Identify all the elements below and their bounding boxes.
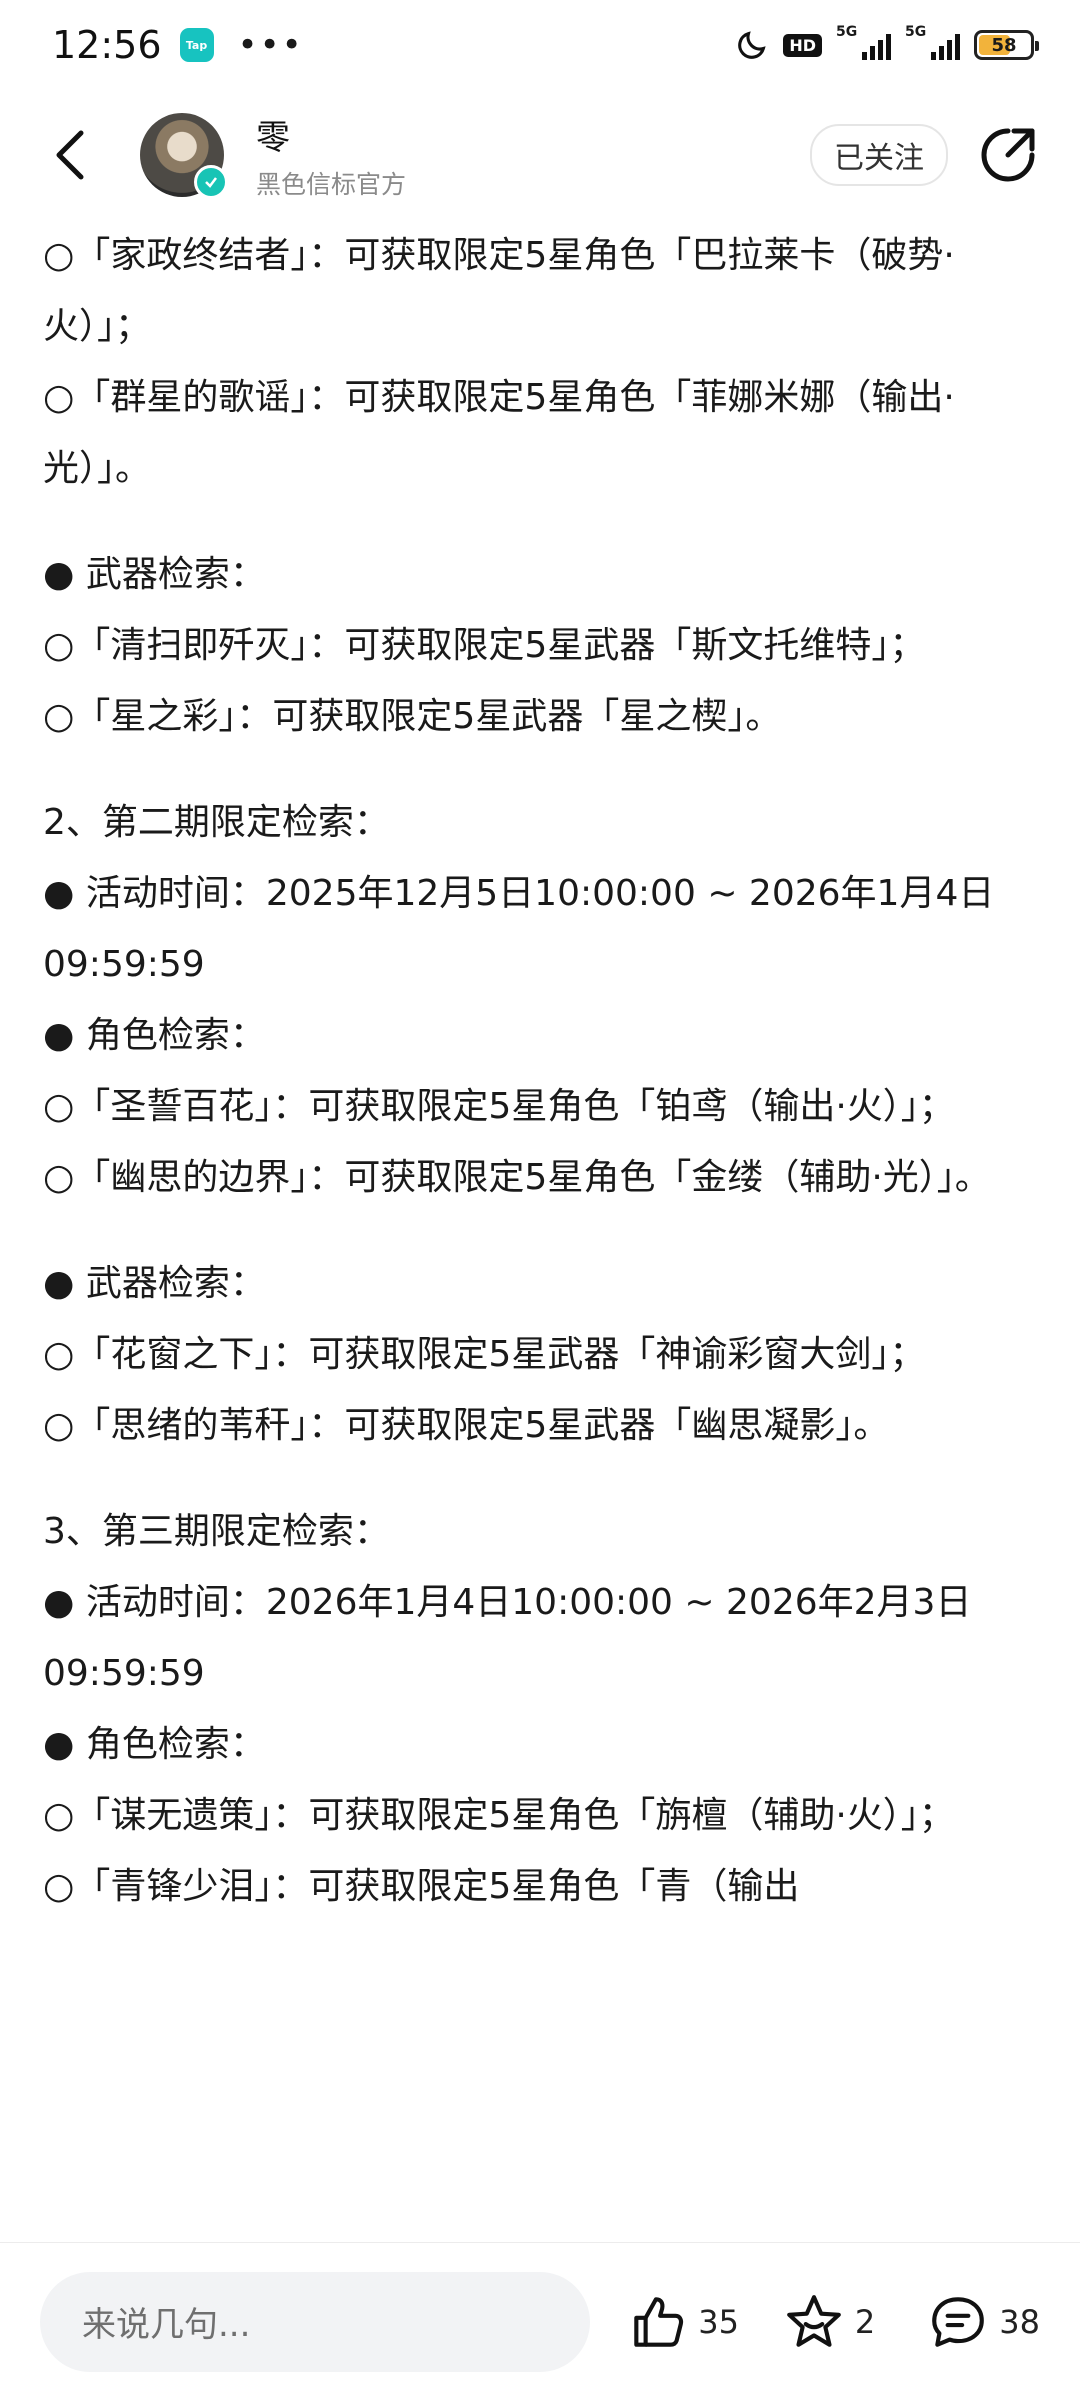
post-content: ○「家政终结者」：可获取限定5星角色「巴拉莱卡（破势·火）」； ○「群星的歌谣」… [43, 220, 1043, 2240]
content-paragraph: ○「幽思的边界」：可获取限定5星角色「金缕（辅助·光）」。 [43, 1157, 991, 1198]
comment-input[interactable]: 来说几句... [40, 2271, 591, 2372]
content-paragraph: ● 武器检索： [43, 554, 266, 595]
content-paragraph: ○「花窗之下」：可获取限定5星武器「神谕彩窗大剑」； [43, 1334, 926, 1375]
comments-button[interactable]: 38 [927, 2291, 1040, 2353]
content-paragraph: ○「思绪的苇秆」：可获取限定5星武器「幽思凝影」。 [43, 1405, 890, 1446]
verified-badge-icon [194, 165, 228, 199]
bottom-action-bar: 来说几句... 35 2 38 [0, 2242, 1080, 2400]
share-button[interactable] [976, 123, 1040, 187]
status-bar: 12:56 Tap ••• HD 5G 5G 58 [0, 0, 1080, 90]
comment-bubble-icon [932, 2296, 985, 2347]
content-paragraph: ○「谋无遗策」：可获取限定5星角色「旃檀（辅助·火）」； [43, 1795, 955, 1836]
content-paragraph: ○「星之彩」：可获取限定5星武器「星之楔」。 [43, 696, 782, 737]
section-heading: 3、第三期限定检索： [43, 1511, 390, 1552]
back-arrow-icon [56, 130, 84, 180]
section-heading: 2、第二期限定检索： [43, 802, 390, 843]
author-avatar[interactable] [140, 113, 228, 199]
network-type-label-2: 5G [905, 24, 927, 40]
like-count: 35 [698, 2302, 739, 2341]
back-button[interactable] [40, 125, 100, 185]
post-header: 零 黑色信标官方 已关注 [0, 95, 1080, 215]
signal-icon-2: 5G [905, 24, 960, 60]
content-paragraph: ● 活动时间：2025年12月5日10:00:00 ~ 2026年1月4日09:… [43, 873, 995, 985]
content-paragraph: ○「群星的歌谣」：可获取限定5星角色「菲娜米娜（输出·光）」。 [43, 377, 955, 489]
taptap-app-icon: Tap [179, 28, 214, 62]
comment-count: 38 [999, 2302, 1040, 2341]
content-paragraph: ○「家政终结者」：可获取限定5星角色「巴拉莱卡（破势·火）」； [43, 235, 955, 347]
content-paragraph: ● 角色检索： [43, 1724, 266, 1765]
network-type-label-1: 5G [836, 24, 858, 40]
content-paragraph: ○「青锋少泪」：可获取限定5星角色「青（输出 [43, 1866, 800, 1907]
share-icon [981, 128, 1035, 182]
content-paragraph: ● 活动时间：2026年1月4日10:00:00 ~ 2026年2月3日09:5… [43, 1582, 972, 1694]
status-time: 12:56 [52, 23, 162, 67]
content-paragraph: ● 角色检索： [43, 1015, 266, 1056]
content-paragraph: ● 武器检索： [43, 1263, 266, 1304]
content-paragraph: ○「清扫即歼灭」：可获取限定5星武器「斯文托维特」； [43, 625, 926, 666]
battery-icon: 58 [974, 30, 1039, 60]
author-subtitle: 黑色信标官方 [256, 169, 407, 199]
comment-placeholder: 来说几句... [82, 2305, 251, 2345]
favorite-count: 2 [854, 2302, 876, 2341]
author-name[interactable]: 零 [256, 110, 406, 159]
hd-voice-icon: HD [783, 33, 822, 57]
favorite-button[interactable]: 2 [783, 2291, 875, 2353]
follow-button[interactable]: 已关注 [810, 124, 948, 186]
do-not-disturb-moon-icon [738, 31, 766, 59]
more-notifications-icon: ••• [237, 25, 304, 65]
star-icon [787, 2294, 841, 2347]
signal-icon-1: 5G [836, 24, 891, 60]
content-paragraph: ○「圣誓百花」：可获取限定5星角色「铂鸢（输出·火）」； [43, 1086, 955, 1127]
thumbs-up-icon [634, 2296, 684, 2347]
like-button[interactable]: 35 [626, 2291, 739, 2353]
battery-level: 58 [991, 34, 1017, 56]
